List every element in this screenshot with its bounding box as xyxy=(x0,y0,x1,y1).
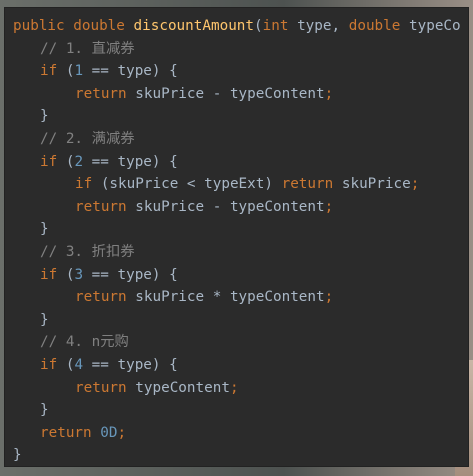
code-token: skuPrice - typeContent xyxy=(135,198,325,215)
code-token: int xyxy=(262,18,298,34)
code-token: 3 xyxy=(74,266,84,283)
code-line[interactable]: if (2 == type) { xyxy=(5,151,461,174)
code-token: == type) { xyxy=(83,63,178,80)
code-token: typeCo xyxy=(409,18,461,34)
code-token: return xyxy=(75,379,136,396)
code-token: 0D xyxy=(100,424,118,441)
code-token: ; xyxy=(324,85,334,102)
code-block[interactable]: public double discountAmount(int type, d… xyxy=(5,15,461,466)
code-token: 满减券 xyxy=(91,130,135,147)
code-token: } xyxy=(13,447,22,464)
code-token: } xyxy=(40,108,49,125)
code-token: 元购 xyxy=(100,334,129,351)
code-token: ; xyxy=(410,176,420,193)
code-token: if xyxy=(40,63,66,80)
code-token: if xyxy=(40,356,66,373)
code-token: } xyxy=(40,221,49,238)
code-line[interactable]: // 3. 折扣券 xyxy=(5,241,461,264)
code-token: 折扣券 xyxy=(91,243,135,260)
code-token: 1 xyxy=(74,63,84,80)
code-token: ; xyxy=(324,289,334,306)
code-token: if xyxy=(40,266,66,283)
code-token: skuPrice - typeContent xyxy=(135,85,325,102)
code-line[interactable]: } xyxy=(5,309,461,332)
code-line[interactable]: } xyxy=(5,218,461,241)
code-token: // 2. xyxy=(40,130,92,147)
code-line[interactable]: return skuPrice * typeContent; xyxy=(5,286,461,309)
code-token: return xyxy=(75,289,136,306)
code-line[interactable]: return 0D; xyxy=(5,422,461,445)
code-token: public double xyxy=(13,18,134,34)
code-line[interactable]: if (3 == type) { xyxy=(5,264,461,287)
code-line[interactable]: return skuPrice - typeContent; xyxy=(5,196,461,219)
code-token: skuPrice * typeContent xyxy=(135,289,325,306)
code-editor[interactable]: public double discountAmount(int type, d… xyxy=(5,8,468,466)
code-token: skuPrice xyxy=(341,176,411,193)
code-line[interactable]: // 4. n元购 xyxy=(5,331,461,354)
code-token: ; xyxy=(229,379,239,396)
code-token: return xyxy=(75,85,136,102)
code-token: return xyxy=(281,176,342,193)
code-token: } xyxy=(40,402,49,419)
code-line[interactable]: return skuPrice - typeContent; xyxy=(5,83,461,106)
code-line[interactable]: if (4 == type) { xyxy=(5,354,461,377)
code-token: // 4. n xyxy=(40,334,101,351)
code-token: ; xyxy=(117,424,127,441)
code-token: (skuPrice < typeExt) xyxy=(100,176,282,193)
code-token: typeContent xyxy=(135,379,230,396)
code-token: } xyxy=(40,311,49,328)
code-token: discountAmount xyxy=(133,18,255,34)
code-token: return xyxy=(75,198,136,215)
code-line[interactable]: // 1. 直减券 xyxy=(5,38,461,61)
code-token: == type) { xyxy=(83,266,178,283)
code-line[interactable]: return typeContent; xyxy=(5,377,461,400)
code-line[interactable]: // 2. 满减券 xyxy=(5,128,461,151)
code-token: // 3. xyxy=(40,243,92,260)
code-token: // 1. xyxy=(40,40,92,57)
code-token: return xyxy=(40,424,101,441)
code-token: if xyxy=(75,176,101,193)
code-token: if xyxy=(40,153,66,170)
code-token: 4 xyxy=(74,356,84,373)
code-line[interactable]: public double discountAmount(int type, d… xyxy=(5,15,461,38)
code-line[interactable]: } xyxy=(5,444,461,466)
code-line[interactable]: if (1 == type) { xyxy=(5,60,461,83)
code-token: == type) { xyxy=(83,153,178,170)
code-token: 直减券 xyxy=(91,40,135,57)
code-line[interactable]: } xyxy=(5,105,461,128)
code-line[interactable]: if (skuPrice < typeExt) return skuPrice; xyxy=(5,173,461,196)
code-token: 2 xyxy=(74,153,84,170)
code-token: ( xyxy=(254,18,263,34)
code-token: ; xyxy=(324,198,334,215)
code-token: type, xyxy=(297,18,349,34)
code-token: double xyxy=(348,18,409,34)
code-line[interactable]: } xyxy=(5,399,461,422)
code-token: == type) { xyxy=(83,356,178,373)
